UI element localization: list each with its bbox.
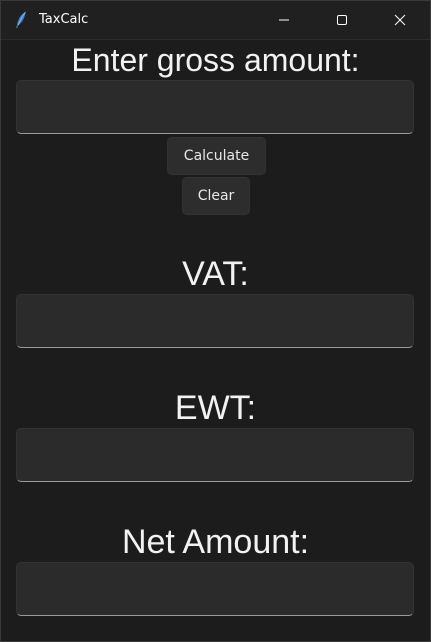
net-amount-label: Net Amount: bbox=[121, 523, 310, 561]
ewt-field[interactable] bbox=[16, 428, 414, 482]
ewt-label: EWT: bbox=[174, 389, 257, 427]
maximize-icon bbox=[336, 14, 348, 26]
calculate-button[interactable]: Calculate bbox=[167, 137, 266, 175]
clear-button[interactable]: Clear bbox=[182, 177, 250, 215]
close-icon bbox=[394, 14, 406, 26]
net-amount-field[interactable] bbox=[16, 562, 414, 616]
minimize-icon bbox=[278, 14, 290, 26]
maximize-button[interactable] bbox=[313, 1, 371, 39]
vat-label: VAT: bbox=[182, 255, 249, 293]
window-title: TaxCalc bbox=[39, 12, 89, 27]
minimize-button[interactable] bbox=[255, 1, 313, 39]
vat-field[interactable] bbox=[16, 294, 414, 348]
gross-amount-label: Enter gross amount: bbox=[71, 42, 360, 78]
feather-icon bbox=[14, 11, 28, 29]
close-button[interactable] bbox=[371, 1, 429, 39]
title-bar[interactable]: TaxCalc bbox=[1, 1, 430, 40]
gross-amount-input[interactable] bbox=[16, 80, 414, 134]
app-window: TaxCalc Enter gross amount: Calculate Cl… bbox=[0, 0, 431, 642]
